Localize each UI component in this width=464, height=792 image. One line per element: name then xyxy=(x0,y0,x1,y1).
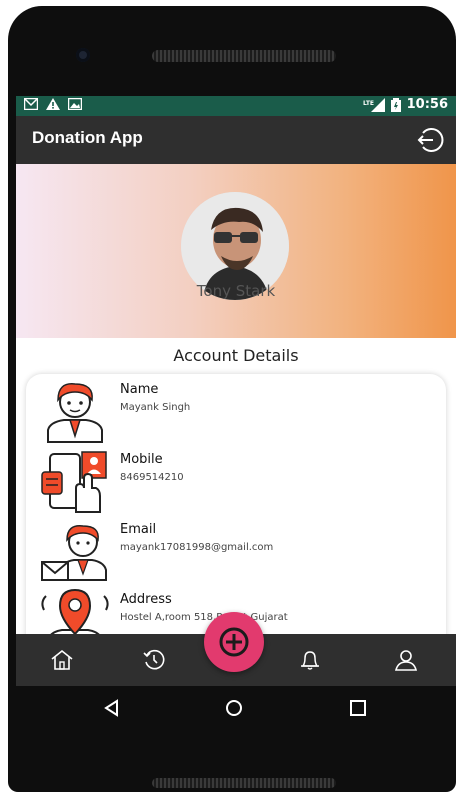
detail-row-name[interactable]: Name Mayank Singh xyxy=(26,376,446,446)
warning-icon xyxy=(46,98,60,110)
image-icon xyxy=(68,98,82,110)
front-camera xyxy=(76,48,90,62)
earpiece-speaker xyxy=(152,50,336,62)
detail-label: Mobile xyxy=(120,452,163,467)
profile-header xyxy=(16,164,456,338)
svg-text:LTE: LTE xyxy=(363,100,374,107)
system-navigation-bar xyxy=(16,686,456,732)
gmail-icon xyxy=(24,98,38,110)
back-icon[interactable] xyxy=(102,698,122,718)
history-icon[interactable] xyxy=(142,648,166,672)
app-bar: Donation App xyxy=(16,116,456,164)
mobile-contact-icon xyxy=(41,451,107,513)
detail-label: Email xyxy=(120,522,157,537)
notifications-icon[interactable] xyxy=(298,648,322,672)
logout-icon[interactable] xyxy=(414,125,444,155)
email-person-icon xyxy=(41,525,107,581)
status-bar: LTE 10:56 xyxy=(16,96,456,116)
profile-icon[interactable] xyxy=(394,648,418,672)
detail-row-mobile[interactable]: Mobile 8469514210 xyxy=(26,446,446,516)
profile-name: Tony Stark xyxy=(196,282,276,300)
home-icon[interactable] xyxy=(50,648,74,672)
detail-row-email[interactable]: Email mayank17081998@gmail.com xyxy=(26,516,446,586)
app-title: Donation App xyxy=(32,128,143,147)
detail-value: Mayank Singh xyxy=(120,402,191,413)
detail-value: 8469514210 xyxy=(120,472,184,483)
app-screen: LTE 10:56 Donation App Tony Stark Accoun… xyxy=(16,96,456,686)
add-icon xyxy=(219,627,249,657)
battery-icon xyxy=(390,97,401,112)
detail-label: Name xyxy=(120,382,159,397)
home-circle-icon[interactable] xyxy=(224,698,244,718)
lte-signal-icon: LTE xyxy=(363,97,385,112)
bottom-speaker xyxy=(152,778,336,788)
recents-icon[interactable] xyxy=(348,698,368,718)
detail-value: mayank17081998@gmail.com xyxy=(120,542,274,553)
section-title: Account Details xyxy=(173,346,299,365)
add-donation-button[interactable] xyxy=(204,612,264,672)
detail-label: Address xyxy=(120,592,172,607)
person-icon xyxy=(47,383,103,443)
status-time: 10:56 xyxy=(406,97,448,112)
